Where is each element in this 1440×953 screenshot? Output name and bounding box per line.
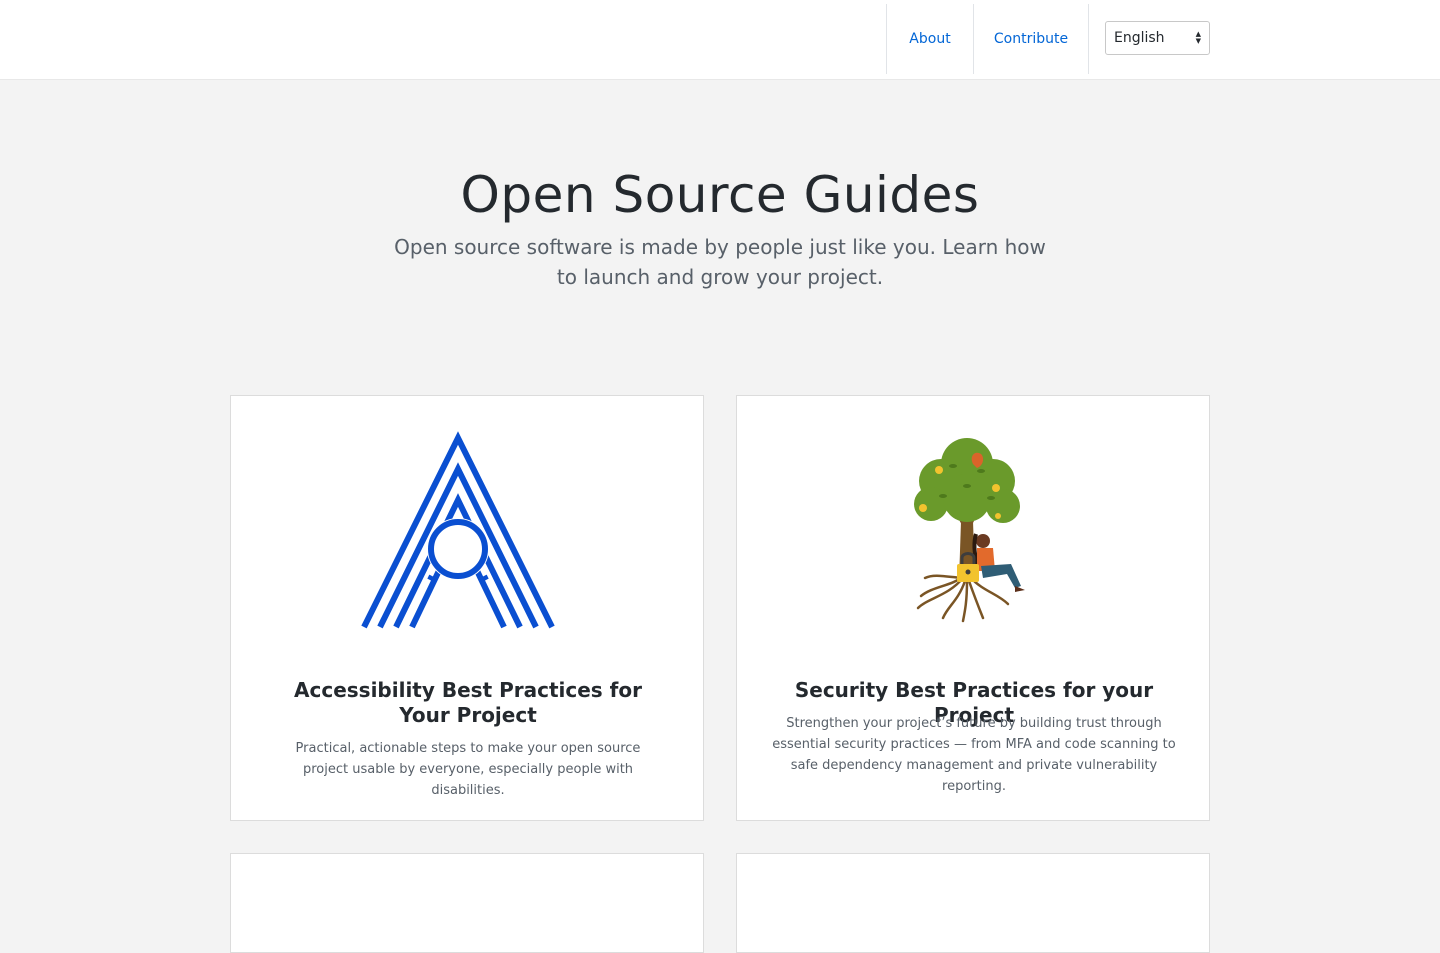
- card-art: [737, 426, 1209, 656]
- guide-card[interactable]: [230, 853, 704, 953]
- guide-card-accessibility[interactable]: Accessibility Best Practices for Your Pr…: [230, 395, 704, 821]
- nav-link-contribute[interactable]: Contribute: [973, 4, 1088, 74]
- nav-link-about[interactable]: About: [886, 4, 973, 74]
- page-title: Open Source Guides: [460, 166, 980, 224]
- main-nav: About Contribute: [886, 0, 1089, 74]
- card-art: [231, 426, 703, 656]
- language-select-value: English: [1114, 30, 1165, 46]
- page-subtitle: Open source software is made by people j…: [394, 235, 1046, 289]
- card-title[interactable]: Accessibility Best Practices for Your Pr…: [271, 678, 665, 728]
- accessibility-logo-icon: [361, 431, 555, 629]
- card-description: Strengthen your project’s future by buil…: [772, 716, 1176, 794]
- select-arrows-icon: ▲ ▼: [1195, 30, 1201, 45]
- card-description: Practical, actionable steps to make your…: [295, 741, 641, 798]
- guide-card[interactable]: [736, 853, 1210, 953]
- guide-card-security[interactable]: Security Best Practices for your Project…: [736, 395, 1210, 821]
- site-header: About Contribute English ▲ ▼: [0, 0, 1440, 80]
- tree-with-person-illustration: [914, 438, 1025, 623]
- nav-divider: [1088, 4, 1089, 74]
- language-select[interactable]: English ▲ ▼: [1105, 21, 1210, 55]
